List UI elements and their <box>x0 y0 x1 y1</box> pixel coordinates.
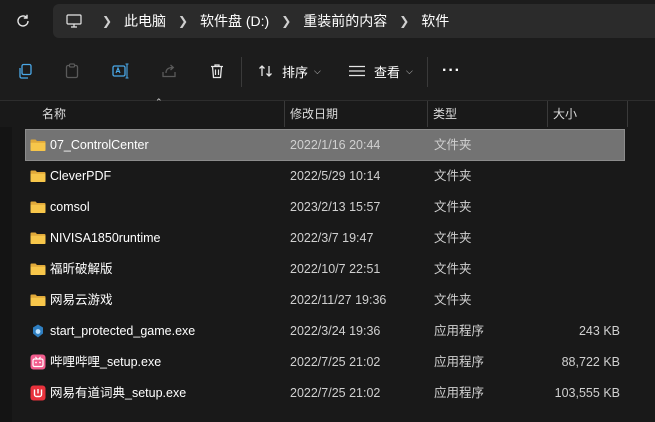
rename-button[interactable] <box>111 61 131 81</box>
file-modified-date: 2022/3/7 19:47 <box>290 231 374 245</box>
monitor-icon[interactable] <box>66 14 82 28</box>
command-toolbar: 排序 ⌵ 查看 ⌵ ··· <box>0 44 655 101</box>
file-name: CleverPDF <box>50 169 112 183</box>
toolbar-divider <box>241 57 242 87</box>
column-divider[interactable] <box>627 101 628 127</box>
folder-icon <box>30 170 46 182</box>
breadcrumb-this-pc[interactable]: 此电脑 <box>118 11 172 31</box>
share-icon <box>162 64 176 78</box>
file-name: 网易有道词典_setup.exe <box>50 386 187 400</box>
bilibili-icon <box>30 354 46 370</box>
file-modified-date: 2023/2/13 15:57 <box>290 200 381 214</box>
address-bar-area: ❯ 此电脑 ❯ 软件盘 (D:) ❯ 重装前的内容 ❯ 软件 <box>0 0 655 44</box>
file-name: 07_ControlCenter <box>50 138 149 152</box>
file-name: start_protected_game.exe <box>50 324 196 338</box>
file-type: 文件夹 <box>434 293 472 307</box>
breadcrumb-software[interactable]: 软件 <box>415 11 455 31</box>
share-button[interactable] <box>159 61 179 81</box>
chevron-down-icon: ⌵ <box>406 65 413 76</box>
breadcrumb-old-content[interactable]: 重装前的内容 <box>297 11 393 31</box>
view-button[interactable]: 查看 ⌵ <box>348 59 413 83</box>
column-header-type[interactable]: 类型 <box>433 101 457 127</box>
folder-icon <box>30 201 46 213</box>
file-row[interactable]: 网易有道词典_setup.exe 2022/7/25 21:02 应用程序 103,5… <box>26 378 624 408</box>
folder-icon <box>30 263 46 275</box>
chevron-right-icon[interactable]: ❯ <box>393 14 415 28</box>
sort-ascending-icon: ⌃ <box>155 97 163 107</box>
file-row[interactable]: start_protected_game.exe 2022/3/24 19:36 应… <box>26 316 624 346</box>
file-size: 103,555 KB <box>554 386 620 400</box>
chevron-right-icon[interactable]: ❯ <box>172 14 194 28</box>
column-divider[interactable] <box>547 101 548 127</box>
file-name: comsol <box>50 200 90 214</box>
file-modified-date: 2022/10/7 22:51 <box>290 262 381 276</box>
sort-label: 排序 <box>282 64 309 80</box>
blue-app-icon <box>33 324 43 338</box>
file-modified-date: 2022/3/24 19:36 <box>290 324 381 338</box>
view-label: 查看 <box>374 64 401 80</box>
folder-icon <box>30 294 46 306</box>
file-row[interactable]: CleverPDF 2022/5/29 10:14 文件夹 <box>26 161 624 191</box>
view-icon <box>349 65 365 77</box>
refresh-button[interactable] <box>13 11 33 31</box>
file-name: NIVISA1850runtime <box>50 231 161 245</box>
copy-icon <box>19 63 32 79</box>
file-size: 88,722 KB <box>561 355 620 369</box>
paste-icon <box>65 63 79 79</box>
folder-icon <box>30 232 46 244</box>
file-name: 网易云游戏 <box>50 293 113 307</box>
folder-icon <box>30 139 46 151</box>
youdao-icon <box>30 385 46 401</box>
file-modified-date: 2022/7/25 21:02 <box>290 386 381 400</box>
column-divider[interactable] <box>427 101 428 127</box>
file-row[interactable]: 哔哩哔哩_setup.exe 2022/7/25 21:02 应用程序 88,722 … <box>26 347 624 377</box>
file-row[interactable]: NIVISA1850runtime 2022/3/7 19:47 文件夹 <box>26 223 624 253</box>
file-row[interactable]: 网易云游戏 2022/11/27 19:36 文件夹 <box>26 285 624 315</box>
file-modified-date: 2022/11/27 19:36 <box>290 293 387 307</box>
file-modified-date: 2022/5/29 10:14 <box>290 169 381 183</box>
chevron-right-icon[interactable]: ❯ <box>96 14 118 28</box>
file-name: 福昕破解版 <box>50 262 113 276</box>
delete-button[interactable] <box>207 61 227 81</box>
address-bar[interactable]: ❯ 此电脑 ❯ 软件盘 (D:) ❯ 重装前的内容 ❯ 软件 <box>53 4 655 38</box>
column-header-date[interactable]: 修改日期 <box>290 101 338 127</box>
breadcrumb: ❯ 此电脑 ❯ 软件盘 (D:) ❯ 重装前的内容 ❯ 软件 <box>53 4 455 38</box>
file-type: 文件夹 <box>434 169 472 183</box>
file-row[interactable]: comsol 2023/2/13 15:57 文件夹 <box>26 192 624 222</box>
file-type: 文件夹 <box>434 138 472 152</box>
rename-icon <box>112 63 129 79</box>
file-row[interactable]: 07_ControlCenter 2022/1/16 20:44 文件夹 <box>25 129 625 161</box>
file-type: 应用程序 <box>434 355 485 369</box>
file-modified-date: 2022/7/25 21:02 <box>290 355 381 369</box>
file-type: 应用程序 <box>434 324 485 338</box>
file-modified-date: 2022/1/16 20:44 <box>290 138 381 152</box>
file-name: 哔哩哔哩_setup.exe <box>50 355 162 369</box>
column-divider[interactable] <box>284 101 285 127</box>
file-type: 文件夹 <box>434 231 472 245</box>
refresh-icon <box>17 14 29 27</box>
navigation-pane-edge <box>0 101 12 422</box>
sort-button[interactable]: 排序 ⌵ <box>258 59 321 83</box>
trash-icon <box>211 64 223 79</box>
paste-button[interactable] <box>62 61 82 81</box>
more-options-button[interactable]: ··· <box>442 59 461 83</box>
toolbar-divider <box>427 57 428 87</box>
file-type: 文件夹 <box>434 262 472 276</box>
chevron-down-icon: ⌵ <box>314 65 321 76</box>
file-type: 文件夹 <box>434 200 472 214</box>
file-size: 243 KB <box>578 324 620 338</box>
column-header-size[interactable]: 大小 <box>553 101 577 127</box>
column-header-name[interactable]: 名称 <box>42 101 66 127</box>
column-header: ⌃ 名称 修改日期 类型 大小 <box>0 97 655 127</box>
file-type: 应用程序 <box>434 386 485 400</box>
file-row[interactable]: 福昕破解版 2022/10/7 22:51 文件夹 <box>26 254 624 284</box>
breadcrumb-drive-d[interactable]: 软件盘 (D:) <box>194 11 275 31</box>
copy-button[interactable] <box>15 61 35 81</box>
sort-icon <box>259 65 272 77</box>
chevron-right-icon[interactable]: ❯ <box>275 14 297 28</box>
